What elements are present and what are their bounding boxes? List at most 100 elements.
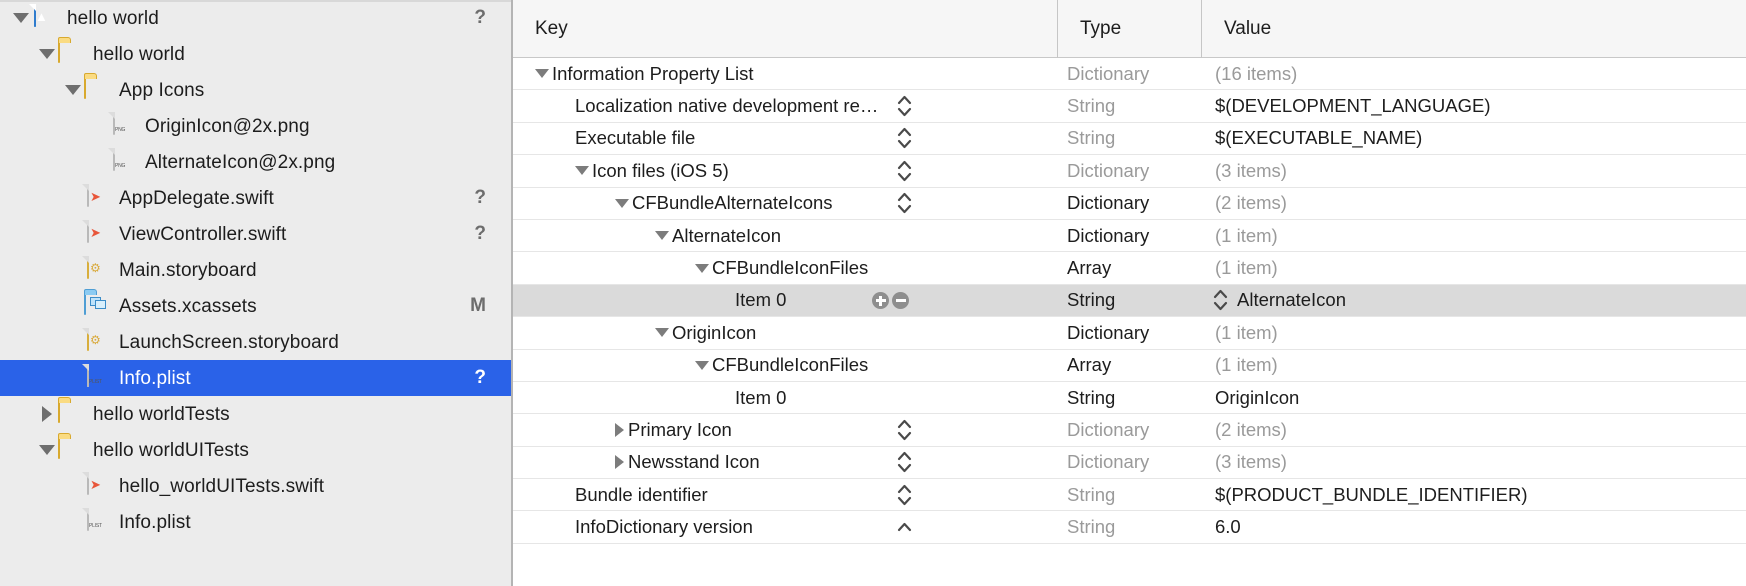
plist-type-cell[interactable]: String (1057, 285, 1201, 316)
plist-row[interactable]: CFBundleIconFiles Array (1 item) (513, 252, 1746, 285)
plist-row[interactable]: Bundle identifier String $(PRODUCT_BUNDLE_… (513, 479, 1746, 512)
navigator-row[interactable]: PLIST Info.plist? (0, 360, 511, 396)
plist-row[interactable]: CFBundleIconFiles Array (1 item) (513, 350, 1746, 382)
type-stepper-icon[interactable] (895, 158, 913, 184)
plist-key-cell[interactable]: AlternateIcon (513, 220, 1057, 251)
plist-value-cell[interactable]: (16 items) (1201, 58, 1746, 89)
plist-key-cell[interactable]: Bundle identifier (513, 479, 1057, 510)
type-stepper-icon[interactable] (895, 514, 913, 540)
disclosure-triangle-open-icon[interactable] (575, 166, 589, 176)
plist-type-cell[interactable]: Dictionary (1057, 220, 1201, 251)
column-header-key[interactable]: Key (513, 0, 1057, 58)
plist-key-cell[interactable]: CFBundleAlternateIcons (513, 188, 1057, 219)
plist-value-cell[interactable]: AlternateIcon (1201, 285, 1746, 316)
value-type-stepper-icon[interactable] (1211, 287, 1229, 313)
plist-value-cell[interactable]: OriginIcon (1201, 382, 1746, 413)
plist-value-cell[interactable]: (1 item) (1201, 317, 1746, 348)
plist-key-cell[interactable]: Icon files (iOS 5) (513, 155, 1057, 186)
plist-type-cell[interactable]: Dictionary (1057, 188, 1201, 219)
disclosure-triangle-closed-icon[interactable] (36, 406, 58, 422)
plist-row[interactable]: AlternateIcon Dictionary (1 item) (513, 220, 1746, 253)
navigator-row[interactable]: ⚙ Main.storyboard (0, 252, 511, 288)
type-stepper-icon[interactable] (895, 190, 913, 216)
disclosure-triangle-open-icon[interactable] (10, 13, 32, 23)
plist-key-cell[interactable]: Primary Icon (513, 414, 1057, 445)
disclosure-triangle-open-icon[interactable] (36, 445, 58, 455)
type-stepper-icon[interactable] (895, 482, 913, 508)
plist-key-cell[interactable]: InfoDictionary version (513, 511, 1057, 542)
type-stepper-icon[interactable] (895, 125, 913, 151)
plist-value-cell[interactable]: $(PRODUCT_BUNDLE_IDENTIFIER) (1201, 479, 1746, 510)
plist-row[interactable]: CFBundleAlternateIcons Dictionary (2 items… (513, 188, 1746, 220)
plist-row[interactable]: Primary Icon Dictionary (2 items) (513, 414, 1746, 447)
add-remove-row-controls[interactable] (872, 291, 909, 309)
plist-row[interactable]: Newsstand Icon Dictionary (3 items) (513, 447, 1746, 480)
plist-type-cell[interactable]: String (1057, 123, 1201, 154)
plist-value-cell[interactable]: (3 items) (1201, 447, 1746, 478)
plist-type-cell[interactable]: Dictionary (1057, 447, 1201, 478)
plist-value-cell[interactable]: $(DEVELOPMENT_LANGUAGE) (1201, 90, 1746, 121)
plist-type-cell[interactable]: String (1057, 382, 1201, 413)
plist-row[interactable]: Localization native development re… Strin… (513, 90, 1746, 123)
disclosure-triangle-open-icon[interactable] (695, 360, 709, 370)
navigator-row[interactable]: ▲ hello world? (0, 0, 511, 36)
plist-row[interactable]: InfoDictionary version String 6.0 (513, 511, 1746, 544)
plist-key-cell[interactable]: Localization native development re… (513, 90, 1057, 121)
disclosure-triangle-open-icon[interactable] (535, 69, 549, 79)
plist-row[interactable]: Executable file String $(EXECUTABLE_NAME) (513, 123, 1746, 156)
plist-type-cell[interactable]: String (1057, 479, 1201, 510)
navigator-row[interactable]: PNG AlternateIcon@2x.png (0, 144, 511, 180)
type-stepper-icon[interactable] (895, 449, 913, 475)
plist-value-cell[interactable]: $(EXECUTABLE_NAME) (1201, 123, 1746, 154)
plist-key-cell[interactable]: Item 0 (513, 285, 1057, 316)
plist-type-cell[interactable]: Dictionary (1057, 58, 1201, 89)
navigator-row[interactable]: PNG OriginIcon@2x.png (0, 108, 511, 144)
navigator-row[interactable]: hello worldTests (0, 396, 511, 432)
plist-type-cell[interactable]: Dictionary (1057, 155, 1201, 186)
plist-editor[interactable]: Key Type Value Information Property List… (513, 0, 1746, 586)
plist-key-cell[interactable]: CFBundleIconFiles (513, 252, 1057, 283)
plist-row[interactable]: Information Property List Dictionary (16 i… (513, 58, 1746, 91)
disclosure-triangle-open-icon[interactable] (615, 198, 629, 208)
plist-value-cell[interactable]: (2 items) (1201, 188, 1746, 219)
navigator-row[interactable]: Assets.xcassets M (0, 288, 511, 324)
type-stepper-icon[interactable] (895, 417, 913, 443)
remove-row-button[interactable] (892, 291, 909, 309)
plist-key-cell[interactable]: Executable file (513, 123, 1057, 154)
project-navigator-list[interactable]: ▲ hello world? hello world App Icons PNG Orig… (0, 0, 511, 540)
plist-key-cell[interactable]: CFBundleIconFiles (513, 350, 1057, 381)
disclosure-triangle-closed-icon[interactable] (615, 422, 624, 437)
plist-key-cell[interactable]: OriginIcon (513, 317, 1057, 348)
navigator-row[interactable]: PLIST Info.plist (0, 504, 511, 540)
disclosure-triangle-open-icon[interactable] (695, 263, 709, 273)
column-header-type[interactable]: Type (1057, 0, 1201, 58)
plist-type-cell[interactable]: Array (1057, 350, 1201, 381)
disclosure-triangle-open-icon[interactable] (655, 328, 669, 338)
plist-key-cell[interactable]: Information Property List (513, 58, 1057, 89)
plist-value-cell[interactable]: (1 item) (1201, 350, 1746, 381)
plist-type-cell[interactable]: String (1057, 90, 1201, 121)
plist-value-cell[interactable]: (3 items) (1201, 155, 1746, 186)
navigator-row[interactable]: hello worldUITests (0, 432, 511, 468)
plist-row[interactable]: Item 0 String AlternateIcon (513, 284, 1746, 318)
navigator-row[interactable]: App Icons (0, 72, 511, 108)
add-row-button[interactable] (872, 291, 889, 309)
plist-row[interactable]: Item 0 String OriginIcon (513, 382, 1746, 415)
project-navigator[interactable]: ▲ hello world? hello world App Icons PNG Orig… (0, 0, 513, 586)
disclosure-triangle-open-icon[interactable] (655, 231, 669, 241)
type-stepper-icon[interactable] (895, 93, 913, 119)
navigator-row[interactable]: ➤ AppDelegate.swift? (0, 180, 511, 216)
plist-value-cell[interactable]: (1 item) (1201, 220, 1746, 251)
navigator-row[interactable]: ⚙ LaunchScreen.storyboard (0, 324, 511, 360)
disclosure-triangle-open-icon[interactable] (62, 85, 84, 95)
column-header-value[interactable]: Value (1201, 0, 1746, 58)
plist-row[interactable]: Icon files (iOS 5) Dictionary (3 items) (513, 155, 1746, 188)
plist-type-cell[interactable]: String (1057, 511, 1201, 542)
navigator-row[interactable]: hello world (0, 36, 511, 72)
plist-table-body[interactable]: Information Property List Dictionary (16 i… (513, 58, 1746, 544)
disclosure-triangle-closed-icon[interactable] (615, 455, 624, 470)
plist-type-cell[interactable]: Dictionary (1057, 414, 1201, 445)
navigator-row[interactable]: ➤ ViewController.swift? (0, 216, 511, 252)
plist-value-cell[interactable]: 6.0 (1201, 511, 1746, 542)
disclosure-triangle-open-icon[interactable] (36, 49, 58, 59)
